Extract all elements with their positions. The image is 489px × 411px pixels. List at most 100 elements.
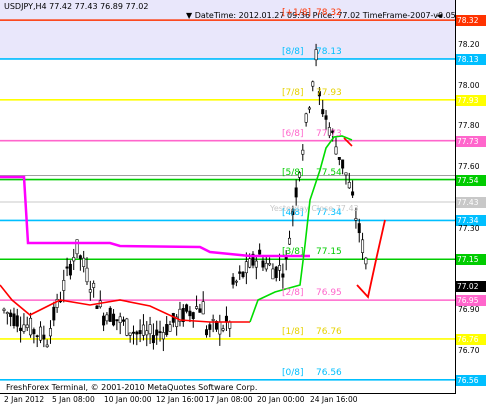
candle-body [125,318,129,336]
candle-body [274,266,278,278]
candle-body [307,107,311,110]
price-tick-7: 77.60 [458,162,480,172]
yesterday-close-label: Yesterday Close 77.43 [270,204,359,213]
price-tag-18: 76.56 [456,374,486,386]
candle-body [361,239,365,253]
candle-body [112,313,116,326]
price-tick-15: 76.90 [458,305,480,315]
candle-body [22,324,26,332]
candle-body [205,329,209,336]
candle-body [301,149,305,155]
chart-window[interactable]: USDJPY,H4 77.42 77.43 76.89 77.02 ▼ Date… [0,0,489,411]
candle-body [211,318,215,321]
price-tick-1: 78.20 [458,39,480,49]
time-tick-1: 5 Jan 08:00 [52,395,95,404]
murrey-price-4: 77.54 [316,167,342,178]
candle-body [238,271,242,274]
time-tick-6: 24 Jan 16:00 [310,395,358,404]
price-tag-12: 77.15 [456,254,486,266]
candle-body [32,329,36,335]
ma-red-line [0,284,250,323]
price-tag-0: 78.32 [456,15,486,27]
candle-body [9,312,13,317]
candle-body [15,315,19,327]
time-tick-5: 20 Jan 00:00 [257,395,305,404]
candle-body [337,156,341,160]
price-tag-8: 77.54 [456,174,486,186]
candle-body [201,301,205,315]
candle-body [165,324,169,335]
candle-body [68,263,72,276]
candle-body [35,335,39,337]
candle-body [105,314,109,322]
candle-body [261,260,265,268]
candle-body [88,289,92,293]
price-tick-11: 77.30 [458,223,480,233]
price-tag-6: 77.73 [456,135,486,147]
candle-body [364,257,368,265]
dropdown-arrow-icon: ▼ [186,11,193,20]
candle-body [321,109,325,115]
candle-body [161,332,165,340]
candle-body [324,115,328,120]
murrey-tag-8: [1/8] [282,326,304,337]
candle-body [208,324,212,330]
time-tick-0: 2 Jan 2012 [4,395,45,404]
candle-body [148,324,152,335]
candle-body [231,276,235,285]
candle-body [5,312,9,315]
murrey-tag-1: [8/8] [282,46,304,57]
candle-body [151,335,155,344]
candle-body [244,261,248,274]
price-tag-4: 77.93 [456,94,486,106]
candle-body [72,257,76,262]
murrey-price-8: 76.76 [316,326,342,337]
candle-body [185,304,189,312]
copyright-text: FreshForex Terminal, © 2001-2010 MetaQuo… [6,383,258,392]
candle-body [45,344,49,348]
candle-body [357,223,361,234]
candle-body [39,326,43,341]
candle-body [288,237,292,245]
candle-body [141,324,145,336]
candle-body [62,280,66,291]
candle-body [344,172,348,176]
murrey-tag-7: [2/8] [282,288,304,299]
candle-body [48,328,52,337]
time-tick-3: 12 Jan 16:00 [156,395,204,404]
candle-body [354,218,358,221]
candle-body [42,334,46,340]
candle-body [128,332,132,336]
time-tick-2: 10 Jan 00:00 [104,395,152,404]
candle-body [281,273,285,278]
candle-body [195,306,199,309]
price-tag-2: 78.13 [456,53,486,65]
candle-body [304,113,308,123]
candle-body [278,265,282,271]
price-tick-17: 76.70 [458,346,480,356]
time-axis[interactable]: 2 Jan 2012 5 Jan 08:00 10 Jan 00:00 12 Jan … [0,394,489,411]
price-chart[interactable] [0,0,455,393]
candle-body [264,262,268,270]
arrow-right-icon: ◄ [436,11,443,20]
candle-body [2,308,6,311]
candle-body [248,258,252,268]
murrey-tag-9: [0/8] [282,367,304,378]
candle-body [341,159,345,169]
candle-body [234,280,238,283]
candle-body [191,312,195,319]
candle-body [29,317,33,336]
yesterday-close-tag: 77.43 [456,197,486,209]
candle-body [25,324,29,328]
candle-body [108,307,112,322]
chart-area[interactable]: USDJPY,H4 77.42 77.43 76.89 77.02 ▼ Date… [0,0,456,394]
candle-body [138,330,142,335]
murrey-tag-2: [7/8] [282,87,304,98]
candle-body [155,329,159,336]
murrey-price-6: 77.15 [316,247,342,258]
murrey-tag-6: [3/8] [282,247,304,258]
candle-body [168,324,172,332]
candle-body [347,182,351,189]
price-tag-16: 76.76 [456,333,486,345]
ma-magenta-line [0,175,310,258]
